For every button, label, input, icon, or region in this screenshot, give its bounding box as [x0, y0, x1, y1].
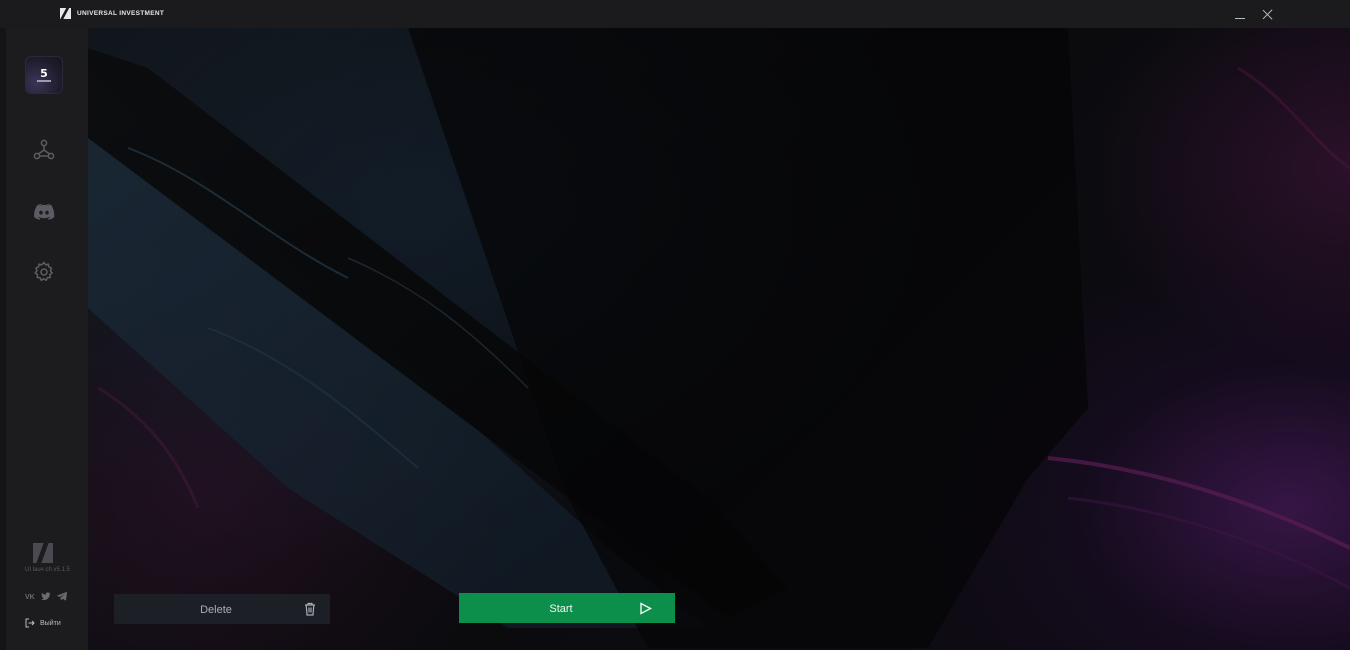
svg-text:VK: VK: [25, 594, 35, 601]
brand-footer-logo-icon: [31, 542, 55, 564]
minimize-button[interactable]: [1230, 4, 1250, 24]
background-art: [88, 28, 1350, 648]
telegram-icon[interactable]: [57, 588, 68, 601]
delete-button-label: Delete: [200, 604, 232, 616]
start-button[interactable]: Start: [459, 593, 675, 623]
game-tile-underline: [37, 80, 51, 82]
play-icon: [640, 602, 652, 615]
network-icon[interactable]: [32, 138, 56, 162]
close-button[interactable]: [1258, 4, 1278, 24]
vk-icon[interactable]: VK: [25, 588, 35, 601]
logout-icon: [25, 618, 35, 628]
logout-button[interactable]: Выйти: [25, 618, 61, 628]
game-thumbnail[interactable]: 5: [25, 56, 63, 94]
start-button-label: Start: [549, 603, 573, 615]
trash-icon: [305, 602, 315, 616]
discord-icon[interactable]: [32, 199, 56, 223]
gear-icon[interactable]: [32, 260, 56, 284]
social-links: VK: [25, 588, 68, 601]
app-brand: UNIVERSAL INVESTMENT: [60, 8, 164, 19]
logout-label: Выйти: [40, 619, 61, 627]
delete-button[interactable]: Delete: [114, 594, 330, 624]
twitter-icon[interactable]: [41, 588, 51, 600]
sidebar-edge: [0, 28, 6, 650]
app-title: UNIVERSAL INVESTMENT: [77, 10, 165, 17]
game-tile-mark: 5: [40, 67, 48, 80]
app-logo-icon: [60, 8, 71, 19]
title-bar: UNIVERSAL INVESTMENT: [0, 0, 1350, 28]
game-background: [88, 28, 1350, 650]
version-label: UI lauч ch v5.1.5: [25, 567, 70, 573]
